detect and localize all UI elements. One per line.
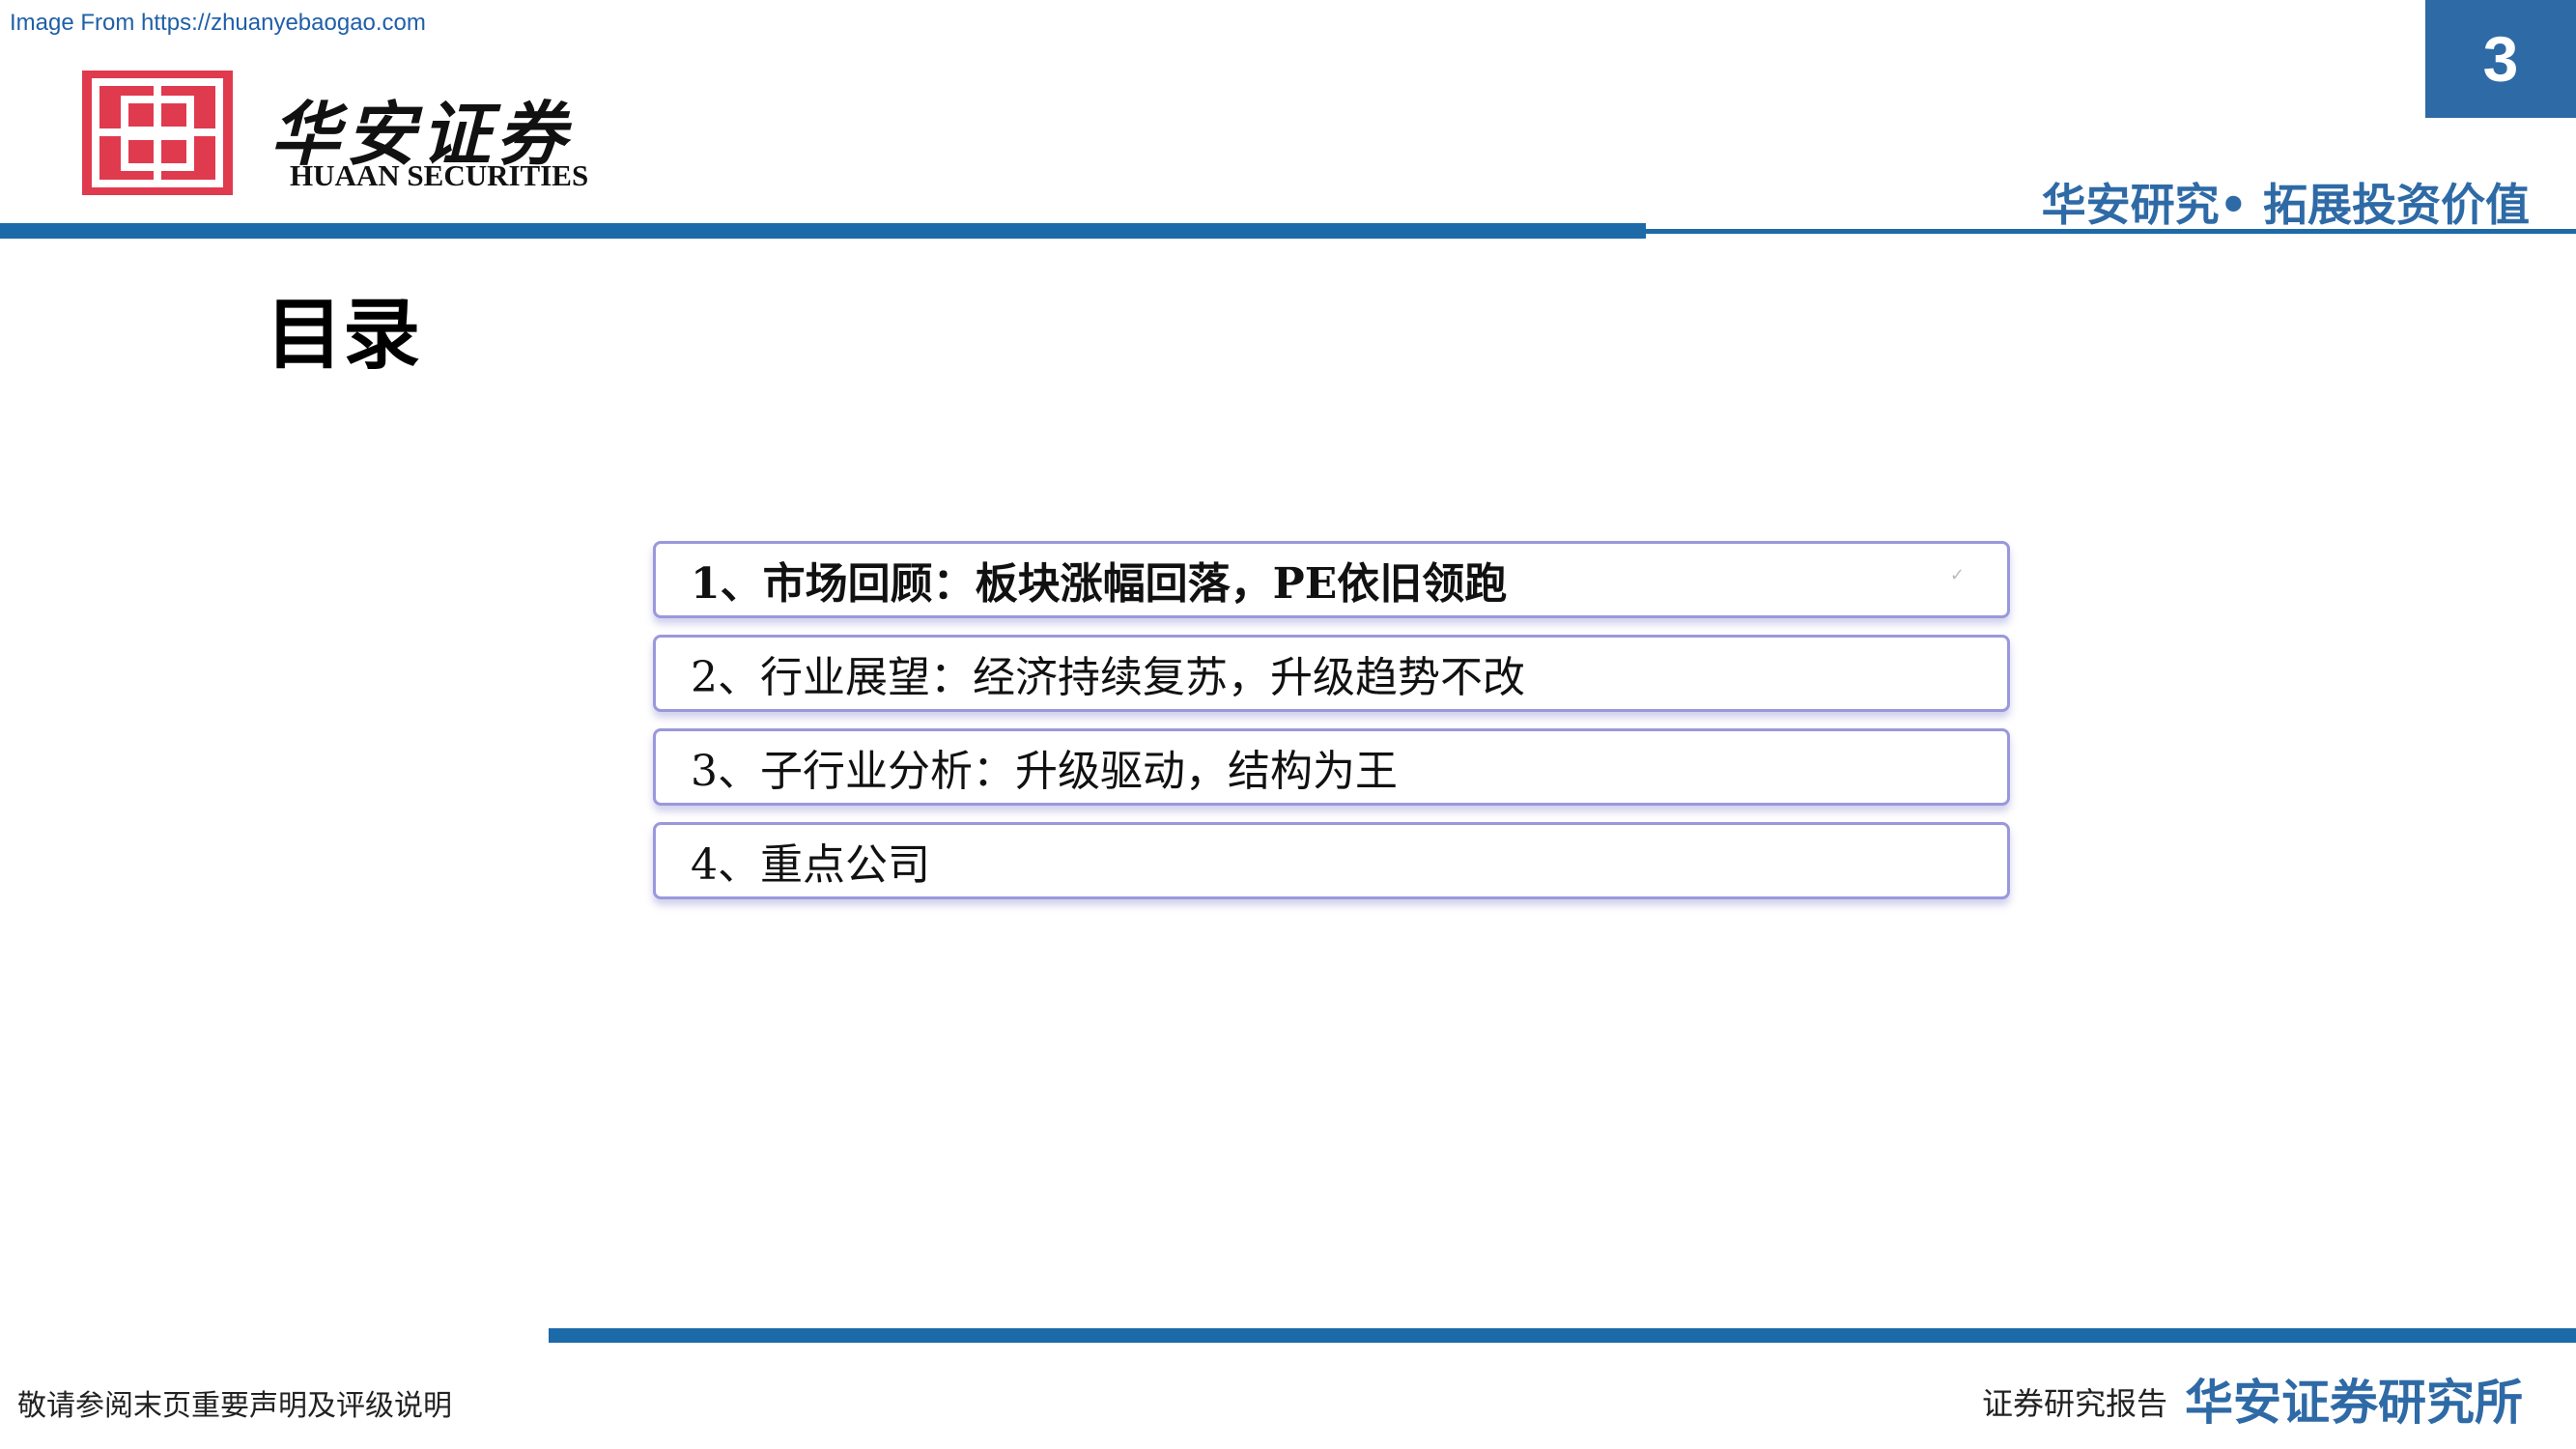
- footer-institute: 华安证券研究所: [2185, 1375, 2523, 1431]
- toc-item-label: 1、市场回顾：板块涨幅回落，PE依旧领跑: [691, 559, 1508, 609]
- header-tagline: 华安研究• 拓展投资价值: [2041, 179, 2530, 231]
- header-rule-thin: [1646, 229, 2576, 234]
- logo-english-name: HUAAN SECURITIES: [290, 158, 589, 192]
- footer-rule: [549, 1328, 2576, 1343]
- footer-report-type: 证券研究报告: [1982, 1385, 2168, 1422]
- page-number-badge: 3: [2425, 0, 2576, 118]
- toc-item-1[interactable]: 1、市场回顾：板块涨幅回落，PE依旧领跑 ✓: [653, 541, 2010, 618]
- watermark-text: Image From https://zhuanyebaogao.com: [10, 10, 426, 36]
- header-rule-thick: [0, 223, 1646, 239]
- footer-disclaimer: 敬请参阅末页重要声明及评级说明: [17, 1389, 452, 1423]
- toc-item-2[interactable]: 2、行业展望：经济持续复苏，升级趋势不改: [653, 635, 2010, 712]
- toc-item-3[interactable]: 3、子行业分析：升级驱动，结构为王: [653, 728, 2010, 806]
- toc-item-label: 2、行业展望：经济持续复苏，升级趋势不改: [691, 653, 1525, 702]
- table-of-contents: 1、市场回顾：板块涨幅回落，PE依旧领跑 ✓ 2、行业展望：经济持续复苏，升级趋…: [653, 541, 2010, 916]
- toc-item-label: 4、重点公司: [691, 840, 930, 890]
- huaan-logo-icon: [82, 71, 233, 195]
- check-icon: ✓: [1949, 565, 1965, 585]
- page-title: 目录: [266, 290, 420, 380]
- toc-item-label: 3、子行业分析：升级驱动，结构为王: [691, 747, 1398, 796]
- toc-item-4[interactable]: 4、重点公司: [653, 822, 2010, 899]
